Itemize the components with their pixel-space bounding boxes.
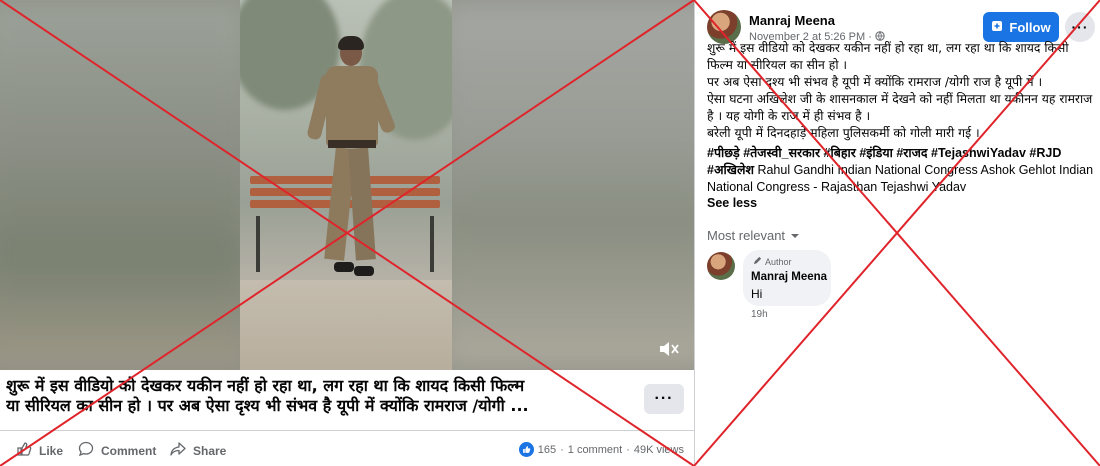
see-less-link[interactable]: See less: [707, 196, 757, 210]
post-tags: #पीछड़े #तेजस्वी_सरकार #बिहार #इंडिया #र…: [707, 145, 1099, 196]
facebook-post-screenshot: शुरू में इस वीडियो को देखकर यकीन नहीं हो…: [0, 0, 1100, 466]
share-icon: [170, 441, 186, 460]
share-button[interactable]: Share: [170, 441, 226, 460]
video-blur-right: [440, 0, 694, 370]
officer-hair: [338, 36, 364, 50]
comment-count[interactable]: 1 comment: [568, 444, 622, 456]
officer-shoe: [334, 262, 354, 272]
video-caption: शुरू में इस वीडियो को देखकर यकीन नहीं हो…: [6, 376, 626, 418]
post-sidebar: Manraj Meena November 2 at 5:26 PM · Fol…: [694, 0, 1100, 466]
video-panel: शुरू में इस वीडियो को देखकर यकीन नहीं हो…: [0, 0, 694, 466]
post-body-line: ऐसा घटना अखिलेश जी के शासनकाल में देखने …: [707, 92, 1093, 123]
bench-leg: [430, 216, 434, 272]
comment-label: Comment: [101, 443, 157, 458]
post-body: शुरू में इस वीडियो को देखकर यकीन नहीं हो…: [707, 40, 1095, 142]
post-stats: 165 · 1 comment · 49K views: [518, 442, 684, 457]
chevron-down-icon: [790, 228, 800, 243]
comment-time[interactable]: 19h: [751, 309, 768, 320]
author-avatar[interactable]: [707, 10, 741, 44]
video-frame: [240, 0, 452, 370]
officer-leg: [348, 147, 376, 261]
comment-sort-dropdown[interactable]: Most relevant: [707, 228, 800, 243]
follow-icon: [991, 20, 1003, 35]
like-button[interactable]: Like: [16, 441, 63, 460]
officer-belt: [328, 140, 376, 148]
stats-separator: ·: [626, 443, 630, 456]
like-icon: [16, 441, 32, 460]
follow-label: Follow: [1009, 19, 1051, 35]
view-count: 49K views: [633, 443, 684, 456]
like-label: Like: [39, 443, 64, 458]
ground: [240, 280, 452, 370]
post-options-button[interactable]: ···: [1065, 12, 1095, 42]
post-body-line: शुरू में इस वीडियो को देखकर यकीन नहीं हो…: [707, 41, 1069, 72]
commenter-avatar[interactable]: [707, 252, 735, 280]
comment-sort-label: Most relevant: [707, 228, 786, 243]
author-badge-label: Author: [765, 256, 792, 267]
mentions[interactable]: Rahul Gandhi Indian National Congress As…: [707, 163, 1093, 194]
author-name[interactable]: Manraj Meena: [749, 13, 835, 28]
pencil-icon: [753, 256, 762, 267]
stats-separator: ·: [560, 443, 564, 456]
author-badge: Author: [753, 256, 792, 267]
commenter-name[interactable]: Manraj Meena: [751, 271, 827, 283]
caption-line-1: शुरू में इस वीडियो को देखकर यकीन नहीं हो…: [6, 376, 525, 395]
share-label: Share: [193, 443, 227, 458]
comment-bubble: Author Manraj Meena Hi: [743, 250, 831, 306]
mute-icon[interactable]: [658, 340, 680, 358]
video-blur-left: [0, 0, 250, 370]
post-body-line: पर अब ऐसा दृश्य भी संभव है यूपी में क्यो…: [707, 75, 1043, 89]
police-officer-figure: [306, 36, 397, 290]
like-reaction-icon: [518, 442, 534, 457]
caption-line-2: या सीरियल का सीन हो । पर अब ऐसा दृश्य भी…: [6, 396, 529, 415]
follow-button[interactable]: Follow: [983, 12, 1059, 42]
video-player[interactable]: [0, 0, 694, 370]
bench-leg: [256, 216, 260, 272]
comment-button[interactable]: Comment: [78, 441, 156, 460]
comment-icon: [78, 441, 94, 460]
more-options-button[interactable]: ···: [644, 384, 684, 414]
action-bar: Like Comment Share 165 · 1 comment · 49K…: [0, 430, 694, 466]
officer-torso: [326, 66, 378, 146]
post-body-line: बरेली यूपी में दिनदहाड़े महिला पुलिसकर्म…: [707, 126, 980, 140]
reaction-count[interactable]: 165: [538, 444, 556, 456]
officer-shoe: [354, 266, 374, 276]
comment-text: Hi: [751, 287, 763, 301]
